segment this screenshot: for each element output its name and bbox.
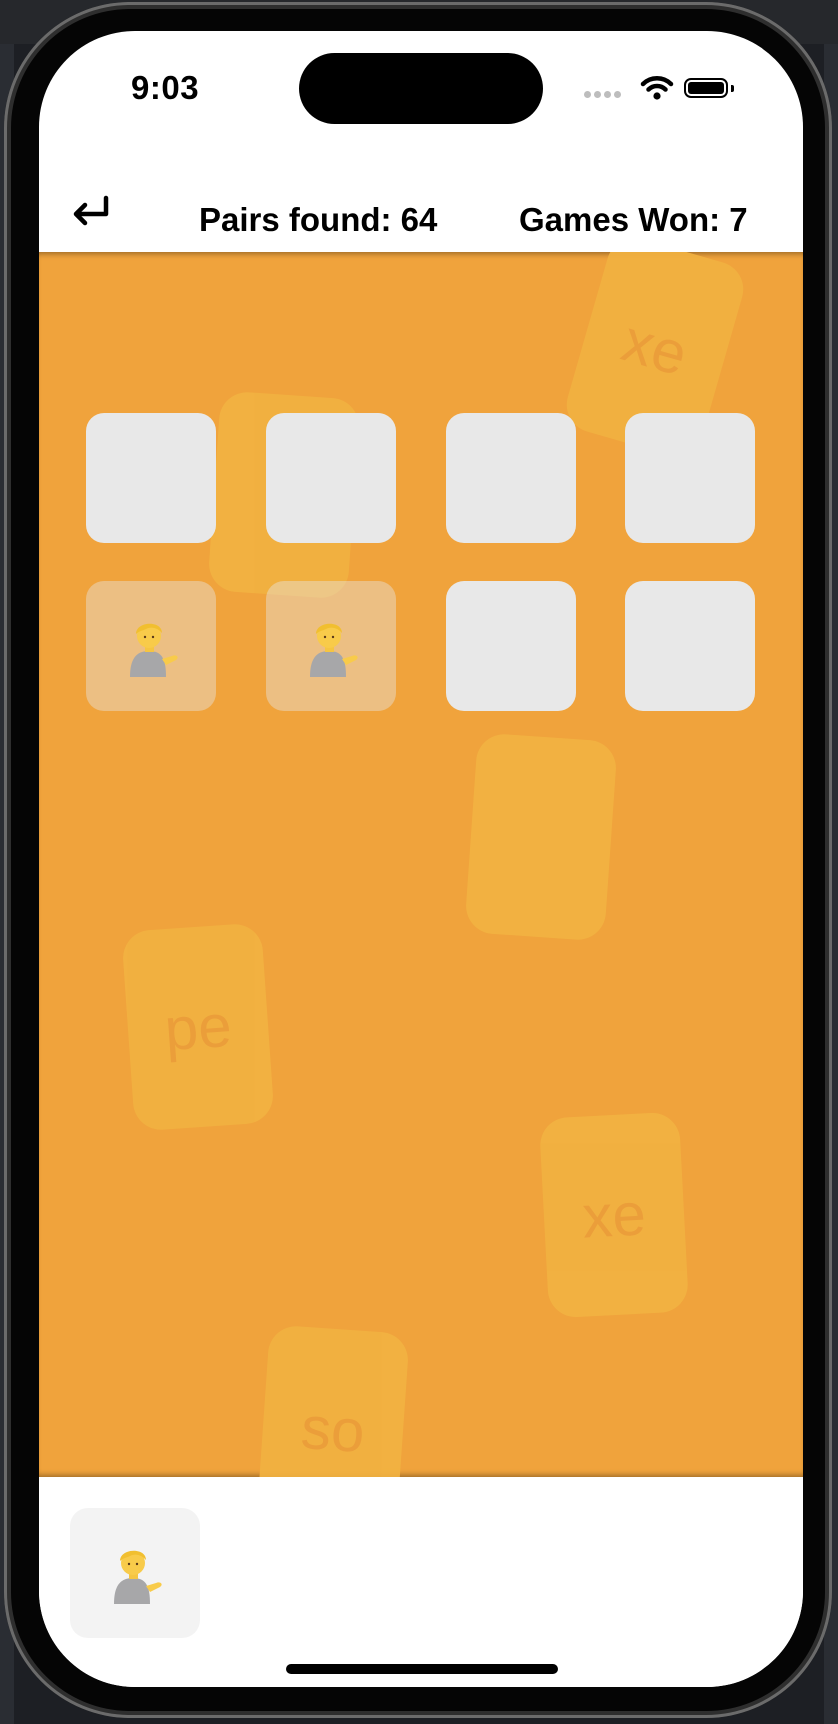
background-card-label: so	[299, 1393, 367, 1465]
return-arrow-icon	[70, 194, 114, 232]
card-tile-3[interactable]	[446, 413, 576, 543]
back-button[interactable]	[69, 193, 115, 233]
person-tipping-hand-icon	[118, 613, 184, 679]
status-icons	[584, 75, 784, 105]
game-header: Pairs found: 64 Games Won: 7	[39, 163, 803, 248]
phone-screen: 9:03 Pairs found: 64 Games Won: 7 xe pe …	[39, 31, 803, 1687]
card-tile-7[interactable]	[446, 581, 576, 711]
card-tile-8[interactable]	[625, 581, 755, 711]
wifi-icon	[640, 75, 674, 101]
background-card: xe	[538, 1111, 690, 1319]
game-board: xe s pe xe so	[39, 252, 803, 1477]
battery-cap	[731, 85, 734, 92]
background-card-label: pe	[162, 991, 234, 1063]
battery-icon	[684, 78, 728, 98]
background-card: so	[256, 1324, 410, 1477]
background-card-label: xe	[580, 1179, 648, 1251]
status-time: 9:03	[131, 69, 200, 106]
cellular-signal-icon	[584, 85, 624, 103]
matched-tray	[39, 1477, 803, 1687]
pairs-found-counter: Pairs found: 64	[199, 201, 438, 238]
card-tile-4[interactable]	[625, 413, 755, 543]
background-card-label: xe	[615, 306, 695, 388]
games-won-counter: Games Won: 7	[519, 201, 748, 238]
card-tile-2[interactable]	[266, 413, 396, 543]
background-card: pe	[121, 922, 275, 1132]
card-tile-6-matched[interactable]	[266, 581, 396, 711]
dynamic-island	[299, 53, 543, 124]
card-tile-1[interactable]	[86, 413, 216, 543]
person-tipping-hand-icon	[102, 1540, 168, 1606]
home-indicator[interactable]	[286, 1664, 558, 1674]
phone-frame: 9:03 Pairs found: 64 Games Won: 7 xe pe …	[4, 2, 832, 1718]
matched-tray-item[interactable]	[70, 1508, 200, 1638]
person-tipping-hand-icon	[298, 613, 364, 679]
background-card	[464, 732, 618, 942]
card-tile-5-matched[interactable]	[86, 581, 216, 711]
